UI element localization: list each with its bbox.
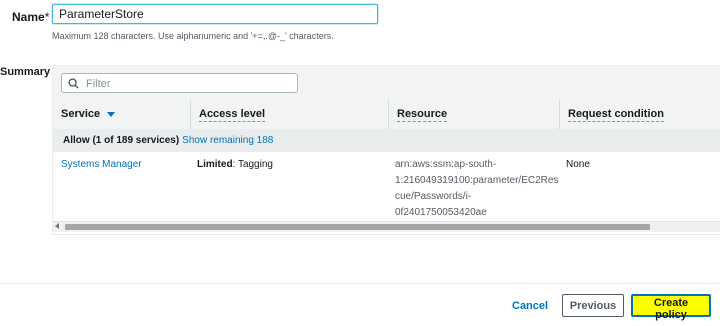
scroll-left-arrow-icon[interactable] <box>55 223 59 229</box>
summary-label: Summary <box>0 66 51 78</box>
filter-box[interactable] <box>61 73 298 93</box>
cancel-button[interactable]: Cancel <box>506 296 554 316</box>
previous-button[interactable]: Previous <box>562 294 624 317</box>
column-header-resource[interactable]: Resource <box>388 100 559 129</box>
horizontal-scrollbar[interactable] <box>53 221 720 232</box>
table-header: Service Access level Resource Request co… <box>53 100 720 130</box>
footer-divider <box>0 283 720 284</box>
name-label: Name* <box>12 10 50 24</box>
column-header-request-condition[interactable]: Request condition <box>559 100 720 129</box>
request-condition-cell: None <box>566 159 590 170</box>
summary-panel: Service Access level Resource Request co… <box>52 65 720 235</box>
name-hint: Maximum 128 characters. Use alphanumeric… <box>52 31 334 41</box>
search-icon <box>68 78 79 89</box>
allow-summary: Allow (1 of 189 services) Show remaining … <box>63 135 274 146</box>
name-input[interactable] <box>52 4 378 24</box>
filter-bar <box>53 66 720 100</box>
resource-cell: arn:aws:ssm:ap-south- 1:216049319100:par… <box>395 159 559 218</box>
service-link[interactable]: Systems Manager <box>61 157 142 173</box>
access-level-cell: Limited: Tagging <box>197 159 273 170</box>
scrollbar-thumb[interactable] <box>65 224 650 230</box>
group-row-allow: Allow (1 of 189 services) Show remaining … <box>53 130 720 152</box>
filter-input[interactable] <box>84 75 288 93</box>
column-header-access-level[interactable]: Access level <box>190 100 388 129</box>
create-policy-button[interactable]: Create policy <box>631 294 711 321</box>
column-header-service[interactable]: Service <box>53 100 190 129</box>
required-mark: * <box>44 10 50 24</box>
sort-desc-icon[interactable] <box>107 111 116 117</box>
show-remaining-link[interactable]: Show remaining 188 <box>182 135 273 146</box>
